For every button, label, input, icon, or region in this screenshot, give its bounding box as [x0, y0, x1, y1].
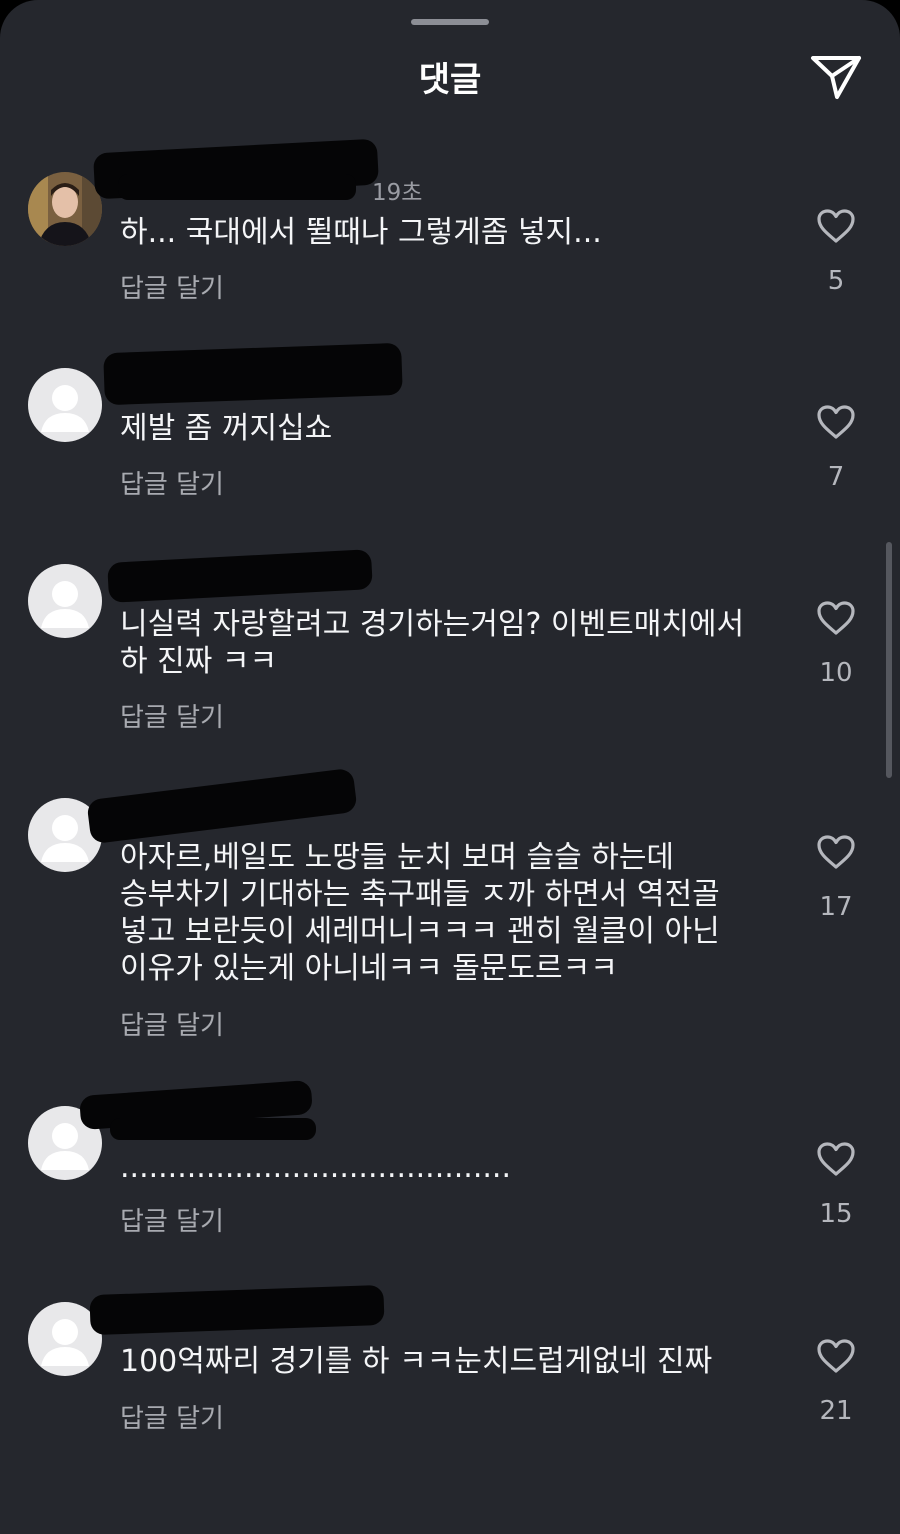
username-redaction: [86, 767, 358, 845]
like-count: 15: [819, 1199, 853, 1229]
heart-icon: [817, 835, 855, 869]
comments-sheet: 댓글 19초 하... 국대에서 뛸때나 그렇게좀 넣지... 답글 달기 5: [0, 0, 900, 1534]
like-count: 17: [819, 892, 853, 922]
comment-text: 니실력 자랑할려고 경기하는거임? 이벤트매치에서 하 진짜 ㅋㅋ: [120, 607, 745, 679]
share-button[interactable]: [806, 50, 866, 104]
like-button[interactable]: [816, 208, 856, 244]
heart-icon: [817, 1142, 855, 1176]
comment-text: 아자르,베일도 노땅들 눈치 보며 슬슬 하는데 승부차기 기대하는 축구패들 …: [120, 840, 720, 986]
avatar[interactable]: [28, 368, 102, 442]
heart-icon: [817, 1339, 855, 1373]
like-count: 5: [827, 266, 845, 296]
comment-text: 제발 좀 꺼지십쇼: [120, 411, 333, 446]
scrollbar[interactable]: [886, 542, 892, 778]
paper-plane-icon: [811, 56, 861, 99]
heart-icon: [817, 601, 855, 635]
reply-button[interactable]: 답글 달기: [120, 697, 224, 734]
like-button[interactable]: [816, 404, 856, 440]
heart-icon: [817, 405, 855, 439]
heart-icon: [817, 209, 855, 243]
username-redaction: [103, 342, 403, 406]
like-button[interactable]: [816, 834, 856, 870]
reply-button[interactable]: 답글 달기: [120, 1005, 224, 1042]
like-button[interactable]: [816, 600, 856, 636]
comment-timestamp: 19초: [372, 180, 423, 206]
reply-button[interactable]: 답글 달기: [120, 1201, 224, 1238]
username-redaction: [110, 1118, 316, 1140]
comment-text: ........................................…: [120, 1150, 511, 1185]
like-button[interactable]: [816, 1338, 856, 1374]
like-count: 21: [819, 1396, 853, 1426]
reply-button[interactable]: 답글 달기: [120, 1398, 224, 1435]
page-title: 댓글: [418, 60, 482, 100]
sheet-grabber[interactable]: [411, 19, 489, 25]
comment-text: 100억짜리 경기를 하 ㅋㅋ눈치드럽게없네 진짜: [120, 1344, 713, 1379]
avatar[interactable]: [28, 564, 102, 638]
reply-button[interactable]: 답글 달기: [120, 268, 224, 305]
like-count: 7: [827, 462, 845, 492]
reply-button[interactable]: 답글 달기: [120, 464, 224, 501]
avatar[interactable]: [28, 172, 102, 246]
username-redaction: [107, 549, 373, 603]
like-count: 10: [819, 658, 853, 688]
comment-text: 하... 국대에서 뛸때나 그렇게좀 넣지...: [120, 215, 602, 250]
username-redaction: [118, 174, 356, 200]
username-redaction: [89, 1284, 385, 1336]
like-button[interactable]: [816, 1141, 856, 1177]
